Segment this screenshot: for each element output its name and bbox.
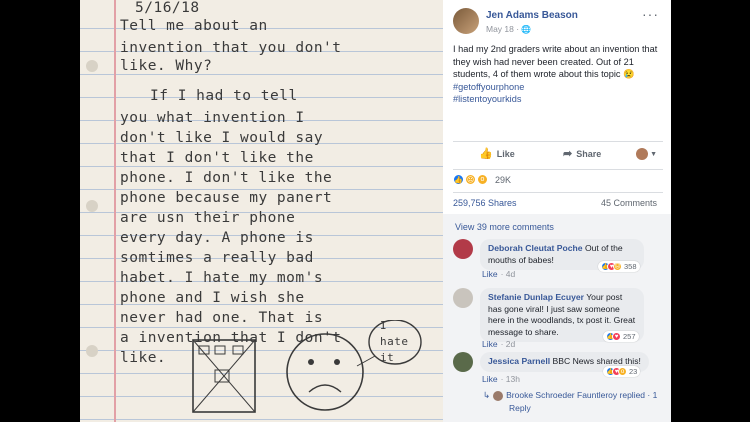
replies-text: Brooke Schroeder Fauntleroy replied · 1 xyxy=(506,390,658,400)
notebook-photo[interactable]: 5/16/18 Tell me about an invention that … xyxy=(80,0,443,422)
comment-like-link[interactable]: Like xyxy=(482,269,498,279)
comment-meta: Like · 2d xyxy=(482,339,515,349)
comment-meta: Like · 13h xyxy=(482,374,520,384)
commenter-name[interactable]: Stefanie Dunlap Ecuyer xyxy=(488,292,584,302)
handwriting-line: are usn their phone xyxy=(120,210,296,226)
handwriting-line: invention that you don't xyxy=(120,40,342,56)
drawing-bubble-text: I hate it xyxy=(380,319,409,364)
share-arrow-icon: ➦ xyxy=(563,148,573,160)
handwriting-line: like. xyxy=(120,350,167,366)
comment-time: · 2d xyxy=(500,339,516,349)
comment-reactions-count: 358 xyxy=(624,262,637,271)
comments-section: View 39 more comments Deborah Cleutat Po… xyxy=(443,214,671,422)
punch-hole xyxy=(86,60,98,72)
comment-like-link[interactable]: Like xyxy=(482,339,498,349)
comment-reactions[interactable]: 👍 ♥ 257 xyxy=(603,331,639,342)
like-button[interactable]: 👍 Like xyxy=(479,147,515,160)
love-reaction-icon: ♥ xyxy=(612,332,621,341)
handwriting-line: you what invention I xyxy=(120,110,305,126)
post-actions: 👍 Like ➦ Share ▼ xyxy=(443,147,671,167)
replies-link-continued[interactable]: Reply xyxy=(509,403,531,413)
comment-reactions[interactable]: 👍 ♥ ☹ 358 xyxy=(598,261,640,272)
reply-arrow-icon: ↳ xyxy=(483,390,491,400)
post-text: I had my 2nd graders write about an inve… xyxy=(453,44,658,79)
handwriting-line: every day. A phone is xyxy=(120,230,314,246)
author-name[interactable]: Jen Adams Beason xyxy=(486,10,578,21)
handwriting-line: habet. I hate my mom's xyxy=(120,270,324,286)
handwriting-line: 5/16/18 xyxy=(135,0,200,16)
comments-count[interactable]: 45 Comments xyxy=(601,198,657,208)
post-body: I had my 2nd graders write about an inve… xyxy=(453,43,665,106)
replier-avatar xyxy=(493,390,504,401)
commenter-avatar[interactable] xyxy=(453,239,473,259)
wow-reaction-icon: o xyxy=(477,174,488,185)
reactions-count: 29K xyxy=(495,174,512,185)
handwriting-line: Tell me about an xyxy=(120,18,268,34)
commenter-name[interactable]: Deborah Cleutat Poche xyxy=(488,243,583,253)
handwriting-line: don't like I would say xyxy=(120,130,324,146)
comment-time: · 13h xyxy=(500,374,520,384)
comment-like-link[interactable]: Like xyxy=(482,374,498,384)
author-avatar[interactable] xyxy=(453,8,479,34)
more-options-icon[interactable]: ··· xyxy=(642,6,659,22)
divider xyxy=(453,169,663,170)
replies-link[interactable]: ↳ Brooke Schroeder Fauntleroy replied · 1 xyxy=(483,390,657,401)
punch-hole xyxy=(86,345,98,357)
post-header: Jen Adams Beason May 18 · 🌐 ··· xyxy=(443,0,671,42)
viewer-avatar xyxy=(636,148,649,160)
notebook-margin xyxy=(114,0,116,422)
audience-selector[interactable]: ▼ xyxy=(636,148,657,160)
chevron-down-icon: ▼ xyxy=(650,150,657,158)
comment-time: · 4d xyxy=(500,269,516,279)
commenter-name[interactable]: Jessica Parnell xyxy=(488,356,550,366)
hashtag[interactable]: #listentoyourkids xyxy=(453,93,665,106)
view-more-comments-link[interactable]: View 39 more comments xyxy=(455,222,554,232)
comment-text: BBC News shared this! xyxy=(552,356,641,366)
commenter-avatar[interactable] xyxy=(453,352,473,372)
hashtag[interactable]: #getoffyourphone xyxy=(453,81,665,94)
handwriting-line: phone and I wish she xyxy=(120,290,305,306)
handwriting-line: phone because my panert xyxy=(120,190,333,206)
comment-meta: Like · 4d xyxy=(482,269,515,279)
divider xyxy=(453,192,663,193)
handwriting-line: that I don't like the xyxy=(120,150,314,166)
sad-reaction-icon: ☹ xyxy=(465,174,476,185)
reactions-summary[interactable]: 👍 ☹ o 29K xyxy=(453,174,511,185)
handwriting-line: phone. I don't like the xyxy=(120,170,333,186)
divider xyxy=(453,141,663,142)
comment-reactions-count: 257 xyxy=(623,332,636,341)
like-reaction-icon: 👍 xyxy=(453,174,464,185)
commenter-avatar[interactable] xyxy=(453,288,473,308)
facebook-post: Jen Adams Beason May 18 · 🌐 ··· I had my … xyxy=(443,0,671,422)
handwriting-line: somtimes a really bad xyxy=(120,250,314,266)
share-button[interactable]: ➦ Share xyxy=(563,147,601,160)
sad-reaction-icon: ☹ xyxy=(613,262,622,271)
share-label: Share xyxy=(576,148,602,159)
post-date-text: May 18 · xyxy=(486,24,520,34)
comment-reactions[interactable]: 👍 ♥ o 23 xyxy=(603,366,641,377)
handwriting-line: If I had to tell xyxy=(150,88,298,104)
shares-count[interactable]: 259,756 Shares xyxy=(453,198,517,208)
punch-hole xyxy=(86,200,98,212)
wow-reaction-icon: o xyxy=(618,367,627,376)
post-date[interactable]: May 18 · 🌐 xyxy=(486,24,531,34)
like-label: Like xyxy=(496,148,515,159)
globe-icon: 🌐 xyxy=(521,25,532,34)
thumbs-up-icon: 👍 xyxy=(479,148,493,160)
screenshot: 5/16/18 Tell me about an invention that … xyxy=(0,0,750,422)
handwriting-line: like. Why? xyxy=(120,58,213,74)
comment-reactions-count: 23 xyxy=(629,367,638,376)
